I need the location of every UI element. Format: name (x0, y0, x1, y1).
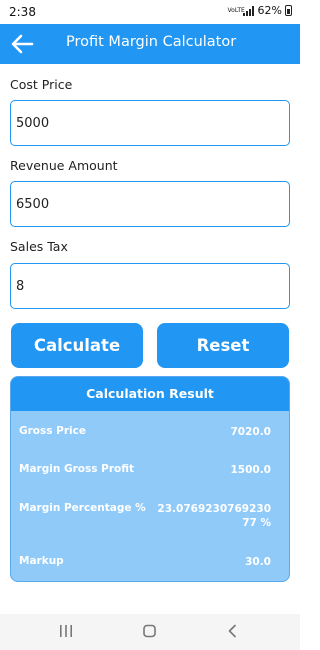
reset-button[interactable]: Reset (157, 323, 289, 368)
signal-icon (242, 5, 255, 16)
home-icon[interactable] (142, 624, 158, 638)
page-title: Profit Margin Calculator (66, 34, 237, 50)
calculate-button[interactable]: Calculate (11, 323, 143, 368)
app-bar: Profit Margin Calculator (0, 24, 300, 64)
result-value: 1500.0 (230, 464, 271, 476)
status-indicators: VoLTE 62% (228, 4, 292, 17)
cost-price-input[interactable] (10, 100, 290, 146)
cost-price-label: Cost Price (10, 77, 73, 92)
status-time: 2:38 (9, 5, 36, 19)
result-label: Gross Price (19, 425, 86, 437)
result-title: Calculation Result (11, 377, 289, 411)
battery-percent: 62% (257, 4, 282, 17)
result-label: Margin Percentage % (19, 502, 146, 514)
result-value: 23.076923076923077 % (157, 503, 271, 529)
revenue-amount-input[interactable] (10, 181, 290, 227)
result-value: 30.0 (245, 556, 271, 568)
sales-tax-input[interactable] (10, 263, 290, 309)
sales-tax-label: Sales Tax (10, 239, 68, 254)
revenue-amount-label: Revenue Amount (10, 158, 118, 173)
back-icon[interactable] (226, 624, 240, 638)
arrow-left-icon[interactable] (10, 33, 34, 55)
result-value: 7020.0 (230, 426, 271, 438)
status-bar: 2:38 VoLTE 62% (0, 0, 300, 24)
volte-icon: VoLTE (227, 6, 245, 14)
result-label: Markup (19, 555, 64, 567)
result-card: Calculation Result Gross Price 7020.0 Ma… (10, 376, 290, 582)
battery-icon (285, 5, 292, 16)
recent-apps-icon[interactable] (58, 624, 74, 638)
system-nav-bar (0, 614, 300, 650)
result-label: Margin Gross Profit (19, 463, 135, 475)
